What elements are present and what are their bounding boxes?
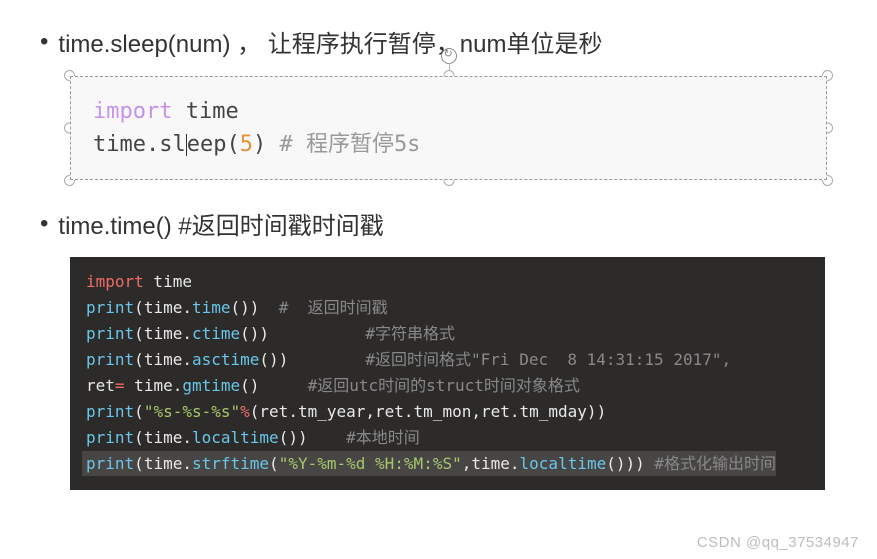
code-block-light[interactable]: import time time.sleep(5) # 程序暂停5s: [70, 76, 827, 180]
d-paren: ()): [259, 350, 288, 369]
d-str: "%s-%s-%s": [144, 402, 240, 421]
d-text: time.: [144, 454, 192, 473]
d-paren: (): [240, 376, 259, 395]
code-comment: # 程序暂停5s: [266, 132, 420, 157]
d-text: time.: [144, 428, 192, 447]
d-text: time.: [144, 324, 192, 343]
code-number: 5: [240, 132, 253, 157]
highlighted-line: print(time.strftime("%Y-%m-%d %H:%M:%S",…: [82, 451, 776, 477]
d-fn: localtime: [192, 428, 279, 447]
code-text: eep(: [187, 132, 240, 157]
d-paren: ())): [606, 454, 645, 473]
code-text: time: [172, 99, 238, 124]
d-text: time.: [144, 298, 192, 317]
d-str: "%Y-%m-%d %H:%M:%S": [279, 454, 462, 473]
d-cmt: #返回时间格式"Fri Dec 8 14:31:15 2017",: [288, 350, 731, 369]
bullet-dot-icon: •: [40, 28, 48, 57]
d-paren: (: [134, 454, 144, 473]
watermark: CSDN @qq_37534947: [697, 534, 859, 551]
d-paren: ()): [279, 428, 308, 447]
d-text: time.: [471, 454, 519, 473]
d-paren: ()): [240, 324, 269, 343]
d-fn: strftime: [192, 454, 269, 473]
d-op: =: [115, 376, 125, 395]
d-paren: ()): [231, 298, 260, 317]
d-fn: print: [86, 350, 134, 369]
d-fn: print: [86, 454, 134, 473]
d-paren: (: [134, 350, 144, 369]
d-cmt: #本地时间: [308, 428, 420, 447]
d-fn: print: [86, 428, 134, 447]
code-text: time.sl: [93, 132, 186, 157]
d-paren: (: [134, 298, 144, 317]
bullet-dot-icon: •: [40, 210, 48, 239]
d-fn: time: [192, 298, 231, 317]
bullet-text-1: time.sleep(num) ， 让程序执行暂停，num单位是秒: [58, 28, 602, 62]
d-paren: (: [269, 454, 279, 473]
d-op: %: [240, 402, 250, 421]
d-paren: (: [134, 402, 144, 421]
d-fn: gmtime: [182, 376, 240, 395]
rotate-handle-icon[interactable]: [441, 48, 457, 64]
code-text: ): [253, 132, 266, 157]
d-text: time: [144, 272, 192, 291]
d-fn: asctime: [192, 350, 259, 369]
d-kw: import: [86, 272, 144, 291]
d-cmt: #返回utc时间的struct时间对象格式: [259, 376, 580, 395]
d-text: time.: [125, 376, 183, 395]
d-fn: localtime: [520, 454, 607, 473]
d-text: ,: [462, 454, 472, 473]
d-fn: ctime: [192, 324, 240, 343]
d-paren: (: [134, 324, 144, 343]
d-fn: print: [86, 324, 134, 343]
d-paren: (: [134, 428, 144, 447]
code-block-dark: import time print(time.time()) # 返回时间戳 p…: [70, 257, 825, 490]
d-text: time.: [144, 350, 192, 369]
code-block-light-wrapper[interactable]: import time time.sleep(5) # 程序暂停5s: [70, 76, 827, 180]
bullet-item-2: • time.time() #返回时间戳时间戳: [40, 210, 847, 244]
d-cmt: # 返回时间戳: [259, 298, 387, 317]
d-cmt: #格式化输出时间: [645, 454, 776, 473]
d-fn: print: [86, 298, 134, 317]
d-cmt: #字符串格式: [269, 324, 455, 343]
d-fn: print: [86, 402, 134, 421]
d-var: ret: [86, 376, 115, 395]
bullet-text-2: time.time() #返回时间戳时间戳: [58, 210, 383, 244]
d-text: (ret.tm_year,ret.tm_mon,ret.tm_mday)): [250, 402, 606, 421]
code-kw: import: [93, 99, 172, 124]
